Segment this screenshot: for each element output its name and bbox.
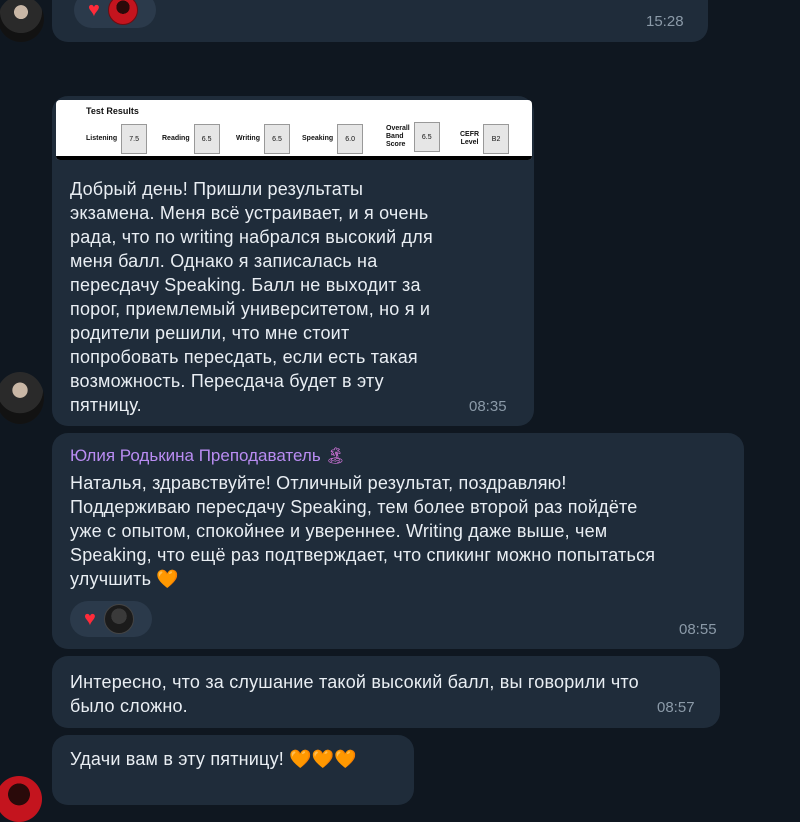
avatar[interactable] (0, 0, 44, 42)
message-text: Удачи вам в эту пятницу! 🧡🧡🧡 (70, 747, 357, 771)
score-cefr: CEFR Level B2 (460, 124, 510, 154)
score-value: 6.5 (263, 124, 290, 154)
message-time: 08:57 (657, 699, 695, 716)
avatar[interactable] (0, 776, 42, 822)
message-body: Удачи вам в эту пятницу! (70, 749, 284, 769)
score-listening: Listening 7.5 (86, 124, 148, 154)
sender-label: Юлия Родькина Преподаватель (70, 446, 321, 465)
score-value: 6.0 (337, 124, 364, 154)
reactor-avatar[interactable] (103, 604, 134, 634)
score-label: CEFR Level (460, 131, 480, 146)
reaction-heart[interactable]: ♥ (70, 601, 152, 637)
avatar[interactable] (0, 372, 44, 424)
score-value: 6.5 (413, 122, 440, 152)
message-text: Интересно, что за слушание такой высокий… (70, 672, 639, 716)
reactor-avatar[interactable] (107, 0, 138, 25)
results-title: Test Results (86, 106, 139, 116)
orange-heart-icon: 🧡 (156, 569, 180, 589)
message-text: Наталья, здравствуйте! Отличный результа… (70, 471, 740, 591)
reaction-heart[interactable]: ♥ (74, 0, 156, 28)
message-time: 08:35 (469, 398, 507, 415)
score-value: 7.5 (121, 124, 148, 154)
message-bubble[interactable]: ♥ 15:28 (52, 0, 708, 42)
heart-icon: ♥ (84, 608, 96, 630)
score-label: Reading (162, 135, 190, 142)
score-label: Overall Band Score (386, 125, 410, 148)
score-speaking: Speaking 6.0 (302, 124, 364, 154)
heart-icon: ♥ (88, 0, 100, 21)
score-overall: Overall Band Score 6.5 (386, 122, 440, 152)
palm-tree-icon: 🏝 (325, 448, 346, 465)
message-time: 08:55 (679, 621, 717, 638)
image-border (56, 156, 532, 160)
orange-heart-icons: 🧡🧡🧡 (289, 749, 358, 769)
score-reading: Reading 6.5 (162, 124, 220, 154)
sender-name[interactable]: Юлия Родькина Преподаватель 🏝 (70, 446, 346, 466)
score-label: Listening (86, 135, 118, 142)
score-label: Speaking (302, 135, 334, 142)
test-results-image[interactable]: Test Results Listening 7.5 Reading 6.5 W… (56, 100, 532, 160)
score-label: Writing (236, 135, 260, 142)
score-value: 6.5 (193, 124, 220, 154)
message-time: 15:28 (646, 13, 684, 30)
score-writing: Writing 6.5 (236, 124, 290, 154)
score-value: B2 (483, 124, 510, 154)
message-text: Добрый день! Пришли результаты экзамена.… (70, 179, 433, 415)
